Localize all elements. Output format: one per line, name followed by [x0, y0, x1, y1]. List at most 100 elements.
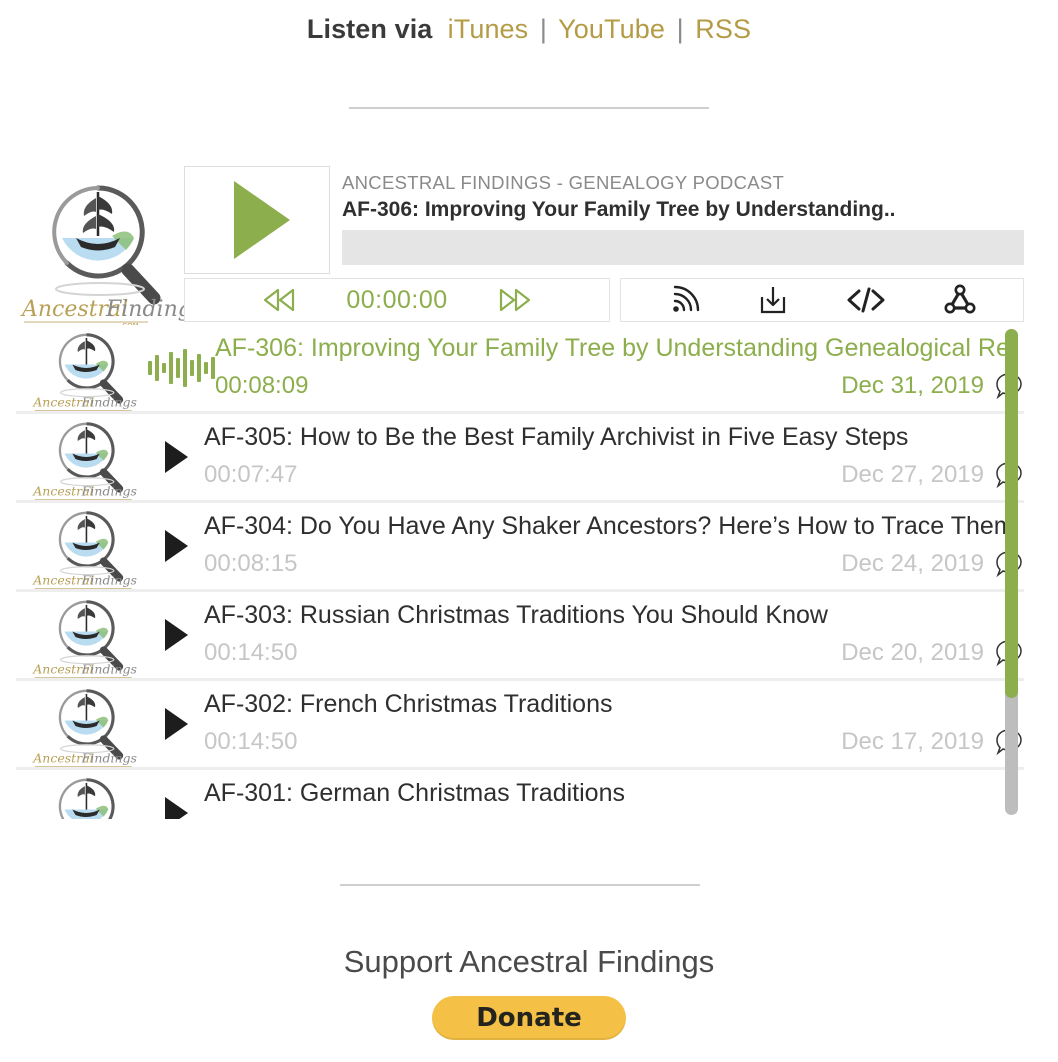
rss-glyph [672, 285, 699, 312]
episode-body: AF-304: Do You Have Any Shaker Ancestors… [204, 503, 1024, 589]
waveform-icon [148, 348, 215, 388]
episode-footer: 00:14:50 Dec 17, 2019 [204, 727, 1024, 757]
svg-text:Findings: Findings [81, 484, 137, 499]
svg-text:Findings: Findings [81, 751, 137, 766]
embed-code-icon[interactable] [846, 286, 886, 314]
episode-date: Dec 31, 2019 [841, 372, 984, 399]
ancestral-findings-logo-icon: Ancestral Findings [32, 511, 137, 590]
ancestral-findings-logo-icon: Ancestral Findings [32, 600, 137, 679]
episode-date: Dec 17, 2019 [841, 728, 984, 755]
episode-title[interactable]: AF-303: Russian Christmas Traditions You… [204, 592, 1018, 630]
listen-via-label: Listen via [306, 14, 433, 44]
episode-title[interactable]: AF-306: Improving Your Family Tree by Un… [215, 325, 1018, 363]
episode-playing-indicator[interactable] [148, 325, 215, 411]
episode-date: Dec 27, 2019 [841, 461, 984, 488]
svg-text:Findings: Findings [105, 297, 184, 322]
episode-duration: 00:14:50 [204, 728, 298, 755]
share-glyph [944, 284, 975, 314]
episode-row-2[interactable]: Ancestral Findings AF-305: How to Be the… [16, 414, 1024, 503]
episode-thumbnail: Ancestral Findings [16, 414, 148, 501]
episode-play-button[interactable] [148, 770, 204, 819]
podcast-player: Ancestral Findings .COM ANCESTRAL FINDIN… [16, 166, 1024, 330]
player-episode-title: AF-306: Improving Your Family Tree by Un… [342, 198, 896, 221]
episode-duration: 00:08:09 [215, 372, 309, 399]
episode-thumbnail: Ancestral Findings [16, 503, 148, 590]
current-time: 00:00:00 [346, 285, 448, 314]
player-logo: Ancestral Findings .COM [16, 166, 184, 331]
episode-duration: 00:07:47 [204, 461, 298, 488]
play-icon [164, 441, 188, 473]
episode-title[interactable]: AF-305: How to Be the Best Family Archiv… [204, 414, 1018, 452]
episode-thumbnail [16, 770, 148, 819]
episode-thumbnail: Ancestral Findings [16, 592, 148, 679]
download-icon[interactable] [757, 284, 789, 316]
episode-row-5[interactable]: Ancestral Findings AF-302: French Christ… [16, 681, 1024, 770]
top-divider [349, 107, 709, 109]
episode-footer: 00:14:50 Dec 20, 2019 [204, 638, 1024, 668]
listen-link-youtube[interactable]: YouTube [558, 14, 665, 44]
episode-play-button[interactable] [148, 592, 204, 678]
play-icon [164, 797, 188, 819]
episode-body: AF-303: Russian Christmas Traditions You… [204, 592, 1024, 678]
ancestral-findings-logo-icon: Ancestral Findings .COM [20, 185, 184, 330]
episode-footer: 00:08:15 Dec 24, 2019 [204, 549, 1024, 579]
ancestral-findings-logo-icon: Ancestral Findings [32, 422, 137, 501]
episode-body: AF-305: How to Be the Best Family Archiv… [204, 414, 1024, 500]
rewind-icon[interactable] [262, 287, 296, 313]
episode-row-4[interactable]: Ancestral Findings AF-303: Russian Chris… [16, 592, 1024, 681]
progress-bar[interactable] [342, 230, 1024, 265]
ancestral-findings-logo-icon: Ancestral Findings [32, 689, 137, 768]
listen-separator-1: | [539, 14, 548, 44]
player-action-buttons [620, 278, 1024, 322]
episode-row-3[interactable]: Ancestral Findings AF-304: Do You Have A… [16, 503, 1024, 592]
episode-body: AF-301: German Christmas Traditions [204, 770, 1024, 819]
download-glyph [760, 287, 785, 314]
episode-body: AF-306: Improving Your Family Tree by Un… [215, 325, 1024, 411]
ancestral-findings-logo-icon: Ancestral Findings [32, 333, 137, 412]
transport-controls: 00:00:00 [184, 278, 610, 322]
episode-play-button[interactable] [148, 681, 204, 767]
episode-row-6[interactable]: AF-301: German Christmas Traditions [16, 770, 1024, 819]
episode-thumbnail: Ancestral Findings [16, 325, 148, 412]
episode-title[interactable]: AF-304: Do You Have Any Shaker Ancestors… [204, 503, 1018, 541]
donate-button[interactable]: Donate [432, 996, 626, 1040]
episode-play-button[interactable] [148, 503, 204, 589]
episode-row-1[interactable]: Ancestral Findings AF-306: Improving You… [16, 325, 1024, 414]
svg-text:Findings: Findings [81, 573, 137, 588]
player-control-bar: 00:00:00 [184, 278, 1024, 322]
fast-forward-icon[interactable] [498, 287, 532, 313]
listen-link-itunes[interactable]: iTunes [448, 14, 529, 44]
play-button[interactable] [184, 166, 330, 274]
rss-icon[interactable] [668, 285, 700, 315]
episode-title[interactable]: AF-301: German Christmas Traditions [204, 770, 1018, 808]
player-header: Ancestral Findings .COM ANCESTRAL FINDIN… [16, 166, 1024, 330]
svg-text:Findings: Findings [81, 395, 137, 410]
episode-list-scrollbar[interactable] [1005, 329, 1018, 815]
episode-title[interactable]: AF-302: French Christmas Traditions [204, 681, 1018, 719]
listen-link-rss[interactable]: RSS [695, 14, 751, 44]
donate-section: Donate [0, 996, 1058, 1040]
fast-forward-glyph [499, 288, 531, 312]
episode-play-button[interactable] [148, 414, 204, 500]
episode-duration: 00:14:50 [204, 639, 298, 666]
episode-footer: 00:07:47 Dec 27, 2019 [204, 460, 1024, 490]
play-icon [164, 530, 188, 562]
share-icon[interactable] [943, 284, 977, 316]
episode-list[interactable]: Ancestral Findings AF-306: Improving You… [16, 325, 1024, 819]
support-heading: Support Ancestral Findings [343, 944, 715, 979]
player-show-name: ANCESTRAL FINDINGS - GENEALOGY PODCAST [342, 172, 785, 193]
bottom-divider [340, 884, 700, 886]
episode-duration: 00:08:15 [204, 550, 298, 577]
listen-via-bar: Listen via iTunes | YouTube | RSS [0, 0, 1058, 45]
player-meta: ANCESTRAL FINDINGS - GENEALOGY PODCAST A… [330, 166, 1024, 265]
episode-body: AF-302: French Christmas Traditions 00:1… [204, 681, 1024, 767]
episode-thumbnail: Ancestral Findings [16, 681, 148, 768]
svg-text:Findings: Findings [81, 662, 137, 677]
episode-date: Dec 24, 2019 [841, 550, 984, 577]
play-icon [164, 708, 188, 740]
play-icon [164, 619, 188, 651]
episode-footer: 00:08:09 Dec 31, 2019 [215, 371, 1024, 401]
scrollbar-thumb[interactable] [1005, 329, 1018, 699]
listen-separator-2: | [676, 14, 684, 44]
episode-date: Dec 20, 2019 [841, 639, 984, 666]
